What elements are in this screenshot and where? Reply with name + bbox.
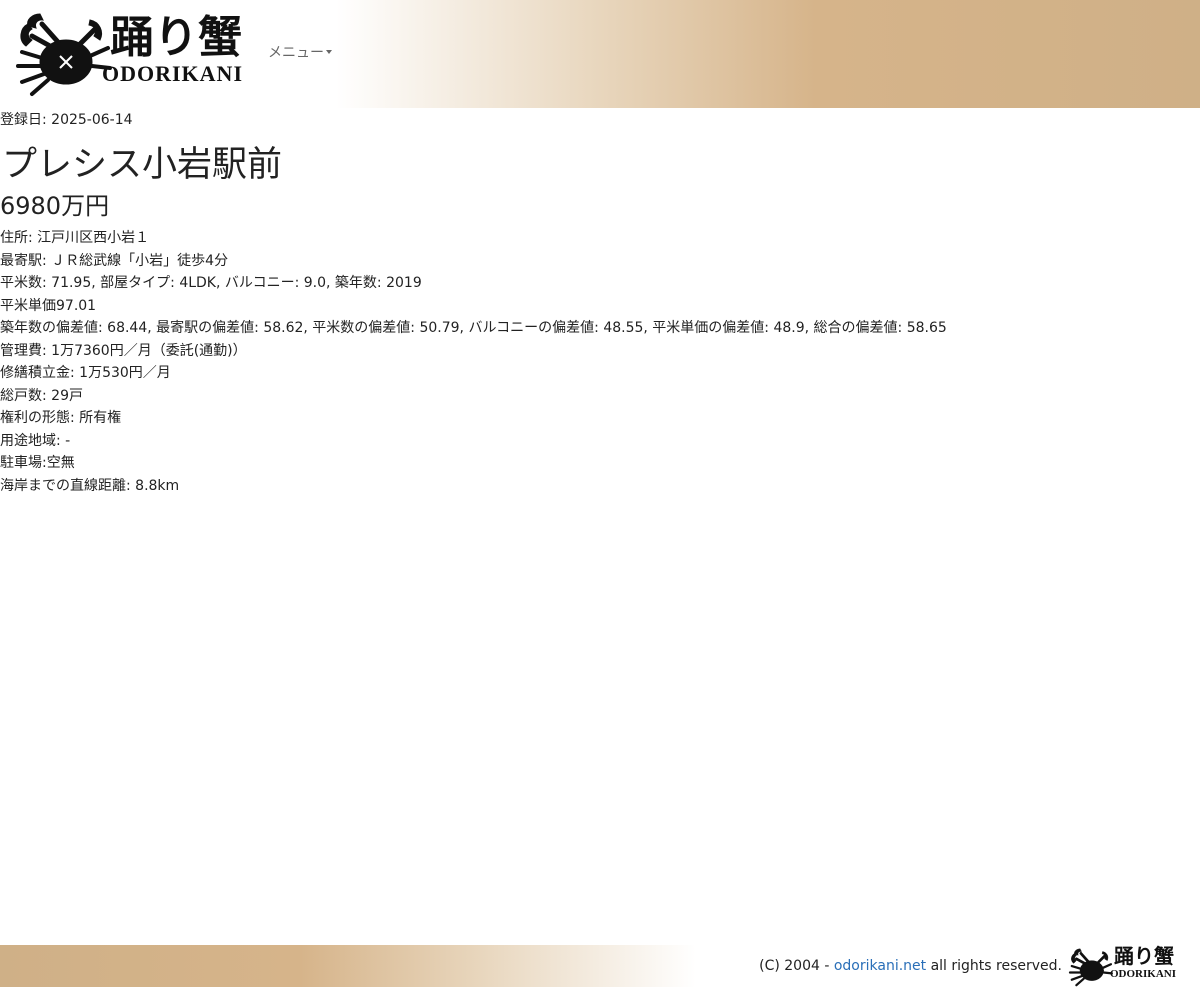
unit-price: 平米単価97.01	[0, 297, 97, 314]
footer-logo[interactable]: 踊り蟹 ODORIKANI	[1066, 945, 1190, 987]
property-price: 6980万円	[0, 192, 110, 220]
property-title: プレシス小岩駅前	[2, 145, 283, 185]
logo-roman-text: ODORIKANI	[102, 61, 244, 86]
management-fee: 管理費: 1万7360円／月（委託(通勤)）	[0, 342, 247, 359]
copyright: (C) 2004 - odorikani.net all rights rese…	[759, 957, 1062, 975]
menu-label: メニュー	[268, 45, 324, 61]
menu-dropdown[interactable]: メニュー	[268, 44, 332, 62]
logo-kanji: 踊り蟹	[110, 12, 242, 63]
copyright-suffix: all rights reserved.	[926, 958, 1062, 974]
parking: 駐車場:空無	[0, 455, 75, 471]
address: 住所: 江戸川区西小岩１	[0, 230, 150, 246]
site-logo[interactable]: 踊り蟹 ODORIKANI	[10, 10, 250, 100]
crab-icon	[16, 13, 112, 96]
total-units: 総戸数: 29戸	[0, 387, 83, 404]
site-footer: (C) 2004 - odorikani.net all rights rese…	[0, 945, 1200, 987]
footer-logo-roman: ODORIKANI	[1110, 968, 1177, 980]
zoning: 用途地域: -	[0, 432, 71, 449]
site-link[interactable]: odorikani.net	[834, 958, 926, 974]
repair-fund: 修繕積立金: 1万530円／月	[0, 365, 171, 381]
ownership: 権利の形態: 所有権	[0, 410, 122, 426]
deviation-scores: 築年数の偏差値: 68.44, 最寄駅の偏差値: 58.62, 平米数の偏差値:…	[0, 320, 947, 336]
site-header: 踊り蟹 ODORIKANI メニュー	[0, 0, 1200, 108]
property-specs: 平米数: 71.95, 部屋タイプ: 4LDK, バルコニー: 9.0, 築年数…	[0, 275, 422, 291]
coast-distance: 海岸までの直線距離: 8.8km	[0, 477, 180, 494]
caret-down-icon	[326, 50, 332, 54]
footer-logo-kanji: 踊り蟹	[1114, 944, 1174, 968]
crab-icon	[1068, 948, 1113, 987]
registered-date: 登録日: 2025-06-14	[0, 112, 133, 128]
nearest-station: 最寄駅: ＪＲ総武線「小岩」徒歩4分	[0, 252, 229, 269]
copyright-prefix: (C) 2004 -	[759, 958, 834, 974]
property-detail: 登録日: 2025-06-14 プレシス小岩駅前 6980万円 住所: 江戸川区…	[0, 108, 1200, 497]
